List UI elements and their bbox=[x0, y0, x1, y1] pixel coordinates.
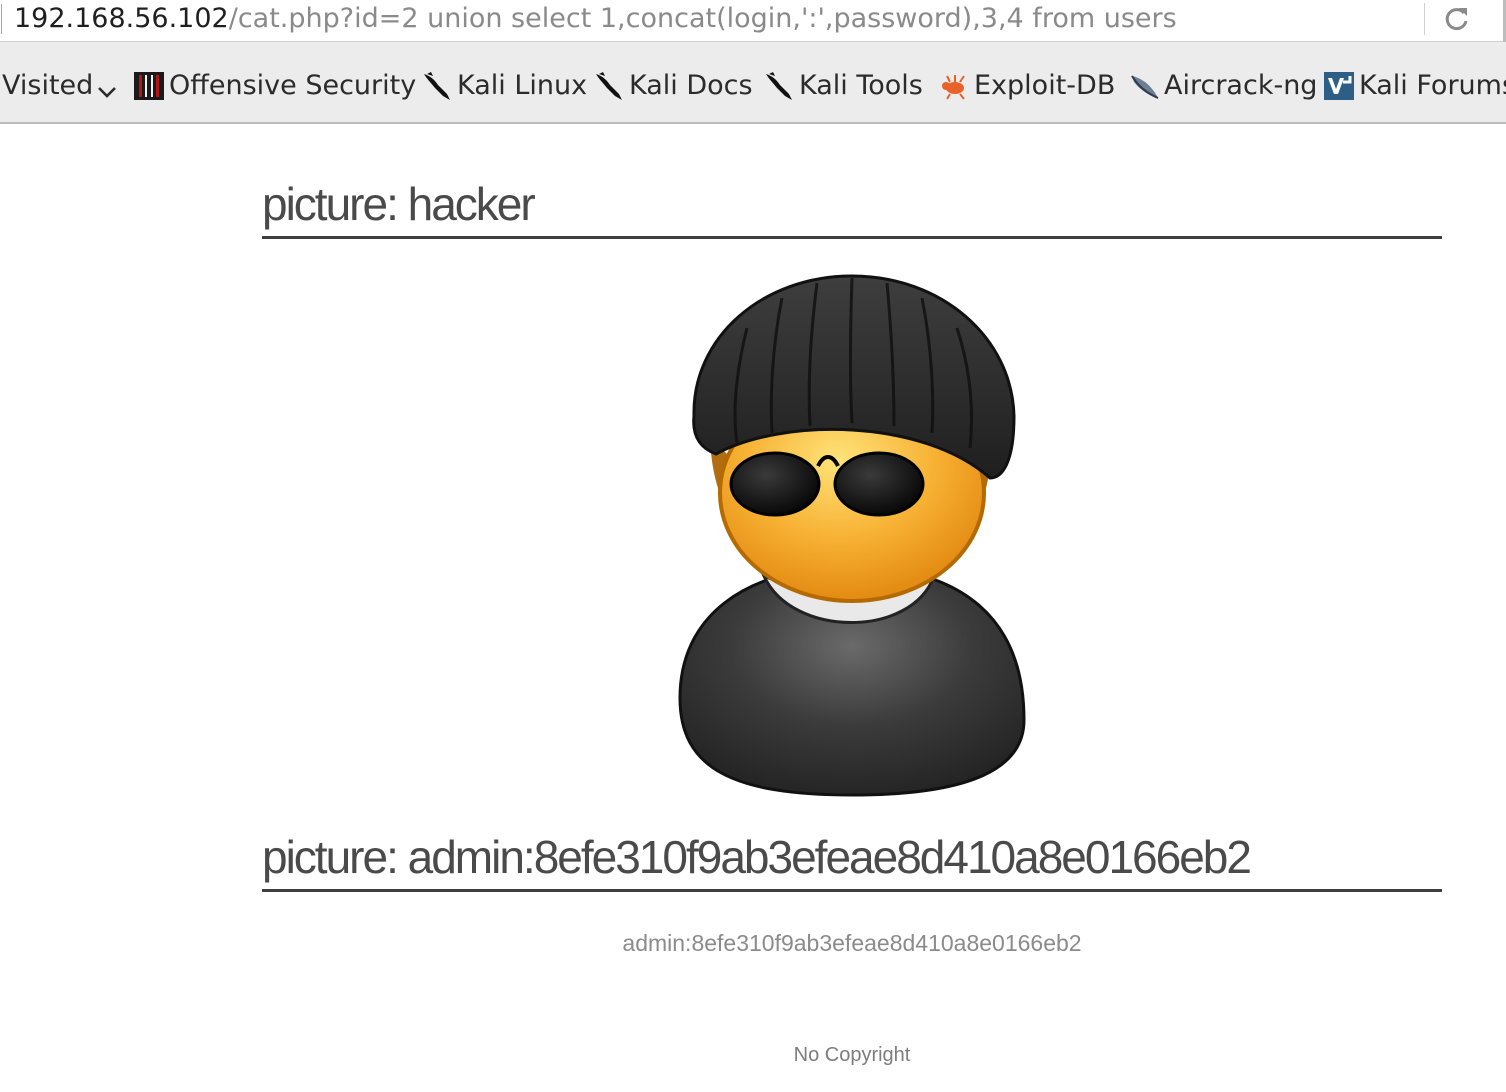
bookmark-kali-docs[interactable]: Kali Docs bbox=[593, 66, 753, 106]
kali-dragon-icon bbox=[763, 70, 795, 102]
url-separator bbox=[1424, 3, 1425, 35]
bookmark-visited[interactable]: Visited bbox=[2, 66, 118, 106]
bookmark-label: Kali Docs bbox=[629, 70, 753, 101]
exploit-db-bug-icon bbox=[938, 70, 970, 102]
address-bar[interactable]: 192.168.56.102/cat.php?id=2 union select… bbox=[0, 0, 1506, 42]
bookmark-kali-forums[interactable]: Kali Forums bbox=[1323, 66, 1506, 106]
bookmark-label: Kali Linux bbox=[457, 70, 588, 101]
kali-dragon-icon bbox=[421, 70, 453, 102]
bookmark-label: Visited bbox=[2, 70, 94, 101]
bookmark-aircrack-ng[interactable]: Aircrack-ng bbox=[1128, 66, 1317, 106]
reload-icon[interactable] bbox=[1442, 4, 1472, 34]
bookmark-exploit-db[interactable]: Exploit-DB bbox=[938, 66, 1115, 106]
url-text[interactable]: 192.168.56.102/cat.php?id=2 union select… bbox=[14, 1, 1177, 37]
bookmark-label: Kali Forums bbox=[1359, 70, 1506, 101]
url-left-border bbox=[1, 4, 2, 34]
chevron-down-icon bbox=[96, 75, 118, 98]
bookmarks-toolbar: Visited Offensive Security Kali Linux Ka… bbox=[0, 42, 1506, 124]
kali-dragon-icon bbox=[593, 70, 625, 102]
picture-title-admin-hash: picture: admin:8efe310f9ab3efeae8d410a8e… bbox=[262, 829, 1442, 892]
picture-caption: admin:8efe310f9ab3efeae8d410a8e0166eb2 bbox=[622, 930, 1082, 956]
url-path: /cat.php?id=2 union select 1,concat(logi… bbox=[228, 3, 1177, 34]
picture-title-hacker: picture: hacker bbox=[262, 176, 1442, 239]
bookmark-kali-tools[interactable]: Kali Tools bbox=[763, 66, 923, 106]
bookmark-label: Exploit-DB bbox=[974, 70, 1116, 101]
url-host: 192.168.56.102 bbox=[14, 3, 229, 34]
kali-forums-icon bbox=[1323, 70, 1355, 102]
bookmark-label: Kali Tools bbox=[799, 70, 923, 101]
bookmark-kali-linux[interactable]: Kali Linux bbox=[421, 66, 587, 106]
bookmark-label: Offensive Security bbox=[169, 70, 417, 101]
hacker-avatar-image bbox=[672, 268, 1032, 800]
aircrack-ng-icon bbox=[1128, 70, 1160, 102]
offensive-security-icon bbox=[133, 70, 165, 102]
bookmark-label: Aircrack-ng bbox=[1164, 70, 1318, 101]
footer-text: No Copyright bbox=[793, 1044, 911, 1066]
bookmark-offensive-security[interactable]: Offensive Security bbox=[133, 66, 416, 106]
